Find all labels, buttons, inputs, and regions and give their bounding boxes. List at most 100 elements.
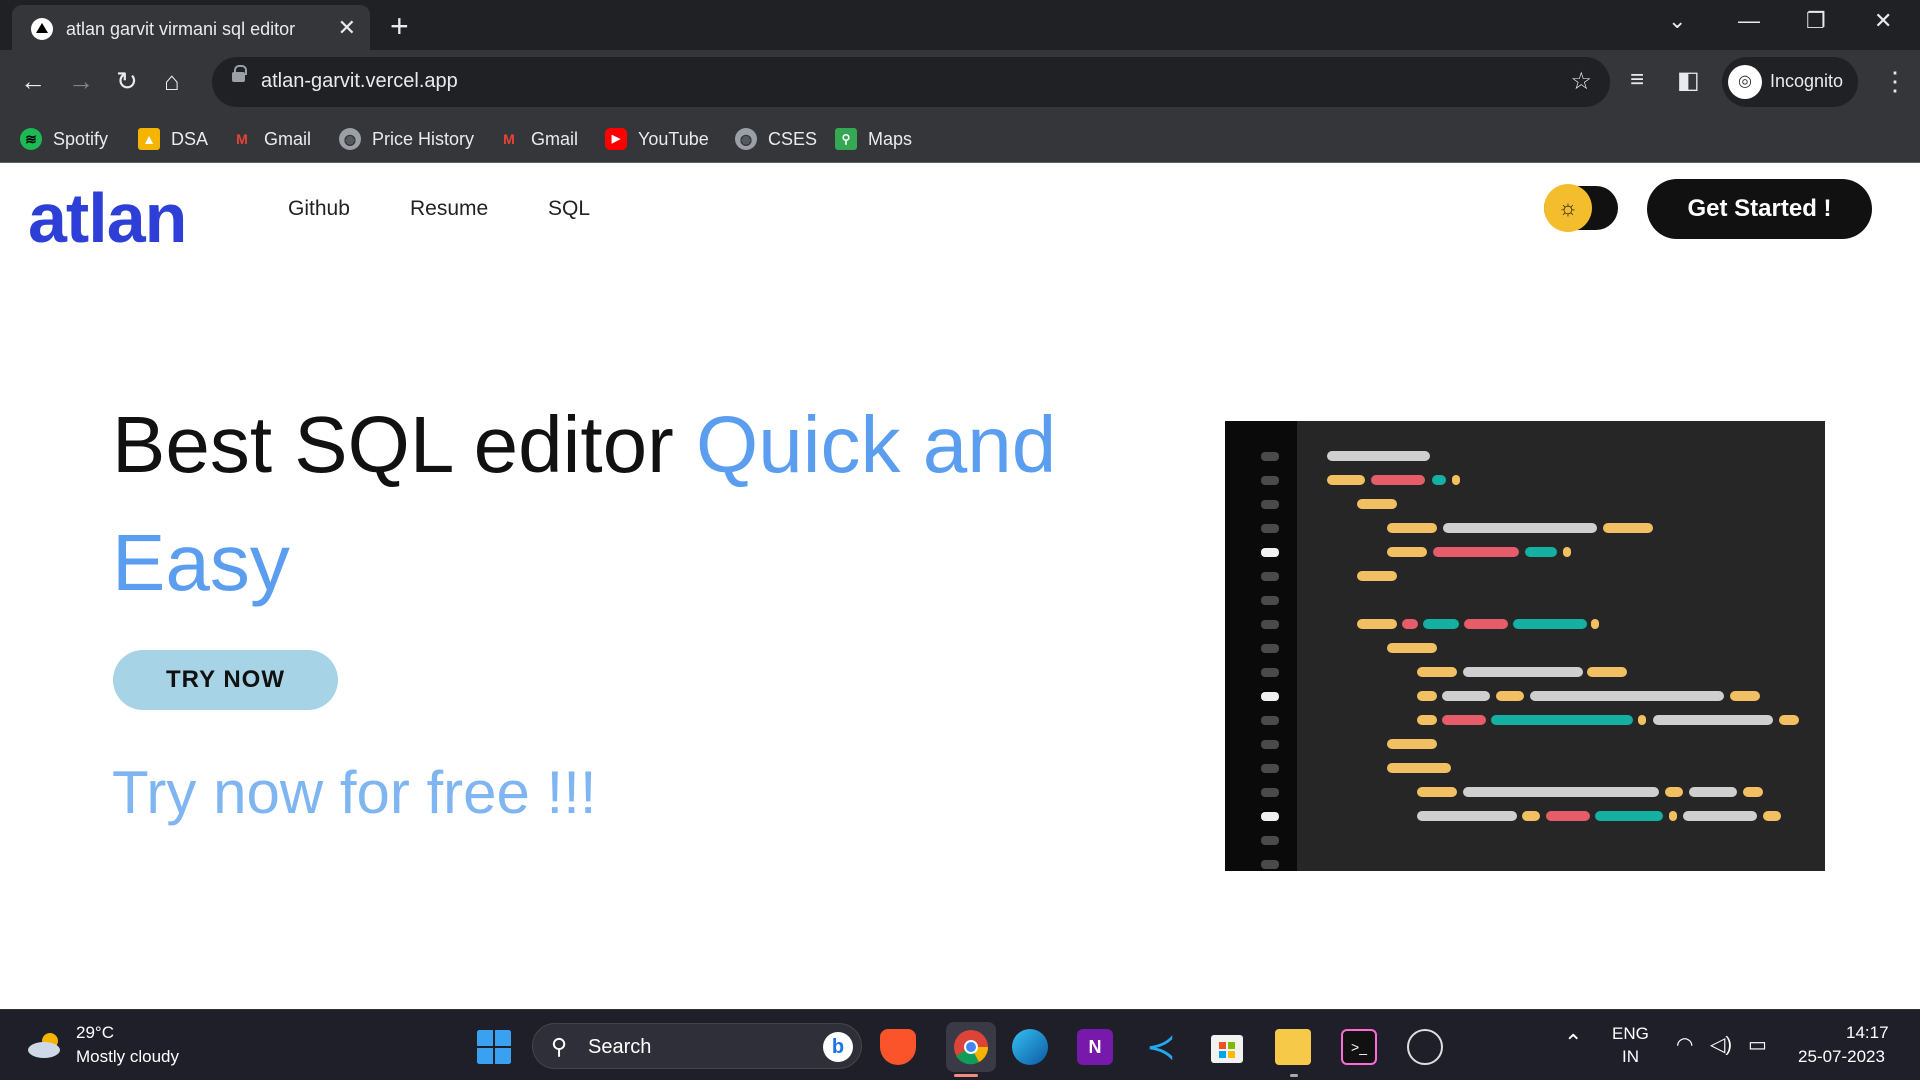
code-token: [1638, 715, 1646, 725]
bookmark-gmail-2[interactable]: M Gmail: [498, 123, 578, 155]
browser-tab[interactable]: atlan garvit virmani sql editor ✕: [12, 5, 370, 50]
gutter-line: [1261, 668, 1279, 677]
code-token: [1546, 811, 1590, 821]
gutter-line: [1261, 764, 1279, 773]
atlan-logo[interactable]: atlan: [28, 178, 187, 258]
code-illustration: [1225, 421, 1825, 871]
theme-toggle[interactable]: ☼: [1544, 184, 1618, 232]
code-token: [1417, 811, 1517, 821]
clock-time[interactable]: 14:17: [1846, 1023, 1889, 1043]
chevron-up-icon[interactable]: ⌃: [1564, 1030, 1582, 1056]
bookmark-maps[interactable]: ⚲ Maps: [835, 123, 912, 155]
code-token: [1525, 547, 1557, 557]
code-token: [1591, 619, 1599, 629]
obs-icon[interactable]: [1407, 1029, 1443, 1065]
media-control-icon[interactable]: ≡: [1630, 66, 1644, 94]
try-now-button[interactable]: TRY NOW: [113, 650, 338, 710]
terminal-icon[interactable]: >_: [1341, 1029, 1377, 1065]
hero-heading: Best SQL editor Quick and: [112, 400, 1056, 490]
nav-github[interactable]: Github: [288, 197, 350, 221]
bookmark-price-history[interactable]: ◍ Price History: [339, 123, 474, 155]
minimize-icon[interactable]: —: [1738, 8, 1760, 34]
onenote-icon[interactable]: N: [1077, 1029, 1113, 1065]
code-token: [1530, 691, 1724, 701]
gutter-line: [1261, 692, 1279, 701]
weather-temperature[interactable]: 29°C: [76, 1023, 114, 1043]
nav-resume[interactable]: Resume: [410, 197, 488, 221]
forward-icon[interactable]: →: [68, 66, 94, 97]
menu-kebab-icon[interactable]: ⋮: [1882, 66, 1908, 97]
bing-icon[interactable]: b: [823, 1032, 853, 1062]
weather-condition[interactable]: Mostly cloudy: [76, 1047, 179, 1067]
code-token: [1357, 499, 1397, 509]
bookmark-gmail[interactable]: M Gmail: [231, 123, 311, 155]
code-token: [1423, 619, 1459, 629]
volume-icon[interactable]: ◁): [1710, 1032, 1732, 1057]
code-token: [1464, 619, 1508, 629]
code-token: [1417, 667, 1457, 677]
restore-icon[interactable]: ❐: [1806, 8, 1826, 34]
microsoft-store-icon[interactable]: [1209, 1029, 1245, 1065]
code-token: [1689, 787, 1737, 797]
language-bottom[interactable]: IN: [1622, 1047, 1639, 1067]
home-icon[interactable]: ⌂: [164, 66, 180, 97]
vscode-icon[interactable]: ≺: [1143, 1029, 1179, 1065]
gutter-line: [1261, 644, 1279, 653]
code-token: [1653, 715, 1773, 725]
bookmark-spotify[interactable]: ≋ Spotify: [20, 123, 108, 155]
gutter-line: [1261, 740, 1279, 749]
edge-icon[interactable]: [1012, 1029, 1048, 1065]
clock-date[interactable]: 25-07-2023: [1798, 1047, 1885, 1067]
url-text[interactable]: atlan-garvit.vercel.app: [261, 70, 458, 93]
code-token: [1387, 523, 1437, 533]
active-app-indicator: [954, 1074, 978, 1077]
sun-icon: ☼: [1544, 184, 1592, 232]
back-icon[interactable]: ←: [20, 66, 46, 97]
incognito-profile[interactable]: ◎ Incognito: [1722, 57, 1858, 107]
cloudy-weather-icon[interactable]: [26, 1032, 66, 1058]
windows-start-icon[interactable]: [476, 1029, 512, 1065]
bookmark-label: CSES: [768, 128, 818, 149]
code-token: [1357, 571, 1397, 581]
code-token: [1603, 523, 1653, 533]
bookmark-star-icon[interactable]: ☆: [1570, 67, 1592, 96]
code-token: [1387, 763, 1451, 773]
code-token: [1496, 691, 1524, 701]
tab-title: atlan garvit virmani sql editor: [66, 19, 296, 39]
gutter-line: [1261, 548, 1279, 557]
brave-browser-icon[interactable]: [880, 1029, 916, 1065]
bookmark-cses[interactable]: ◍ CSES: [735, 123, 817, 155]
gmail-icon: M: [236, 131, 248, 147]
tab-search-chevron-icon[interactable]: ⌄: [1668, 8, 1686, 34]
code-token: [1432, 475, 1446, 485]
new-tab-icon[interactable]: +: [390, 8, 409, 45]
code-token: [1387, 643, 1437, 653]
code-token: [1491, 715, 1633, 725]
address-bar[interactable]: atlan-garvit.vercel.app ☆: [212, 57, 1610, 107]
close-window-icon[interactable]: ✕: [1874, 8, 1892, 34]
bookmark-dsa[interactable]: ▲ DSA: [138, 123, 208, 155]
code-token: [1665, 787, 1683, 797]
incognito-label: Incognito: [1770, 71, 1844, 91]
battery-icon[interactable]: ▭: [1748, 1032, 1767, 1057]
reload-icon[interactable]: ↻: [116, 66, 138, 97]
code-token: [1357, 619, 1397, 629]
code-token: [1387, 739, 1437, 749]
side-panel-icon[interactable]: ◧: [1677, 66, 1700, 95]
code-token: [1563, 547, 1571, 557]
chrome-icon[interactable]: [953, 1029, 989, 1065]
file-explorer-icon[interactable]: [1275, 1029, 1311, 1065]
lock-icon[interactable]: [232, 65, 247, 82]
hero-text: Best SQL editor: [112, 400, 696, 489]
wifi-icon[interactable]: ◠: [1676, 1032, 1693, 1057]
hero-accent-line2: Easy: [112, 518, 290, 607]
code-token: [1452, 475, 1460, 485]
windows-taskbar: 29°C Mostly cloudy ⚲ Search b N ≺ >_ ⌃ E…: [0, 1009, 1920, 1080]
nav-sql[interactable]: SQL: [548, 197, 590, 221]
code-token: [1442, 715, 1486, 725]
bookmark-youtube[interactable]: ▶ YouTube: [605, 123, 709, 155]
taskbar-search[interactable]: ⚲ Search b: [532, 1023, 862, 1069]
close-tab-icon[interactable]: ✕: [338, 15, 356, 41]
language-top[interactable]: ENG: [1612, 1024, 1649, 1044]
get-started-button[interactable]: Get Started !: [1647, 179, 1872, 239]
